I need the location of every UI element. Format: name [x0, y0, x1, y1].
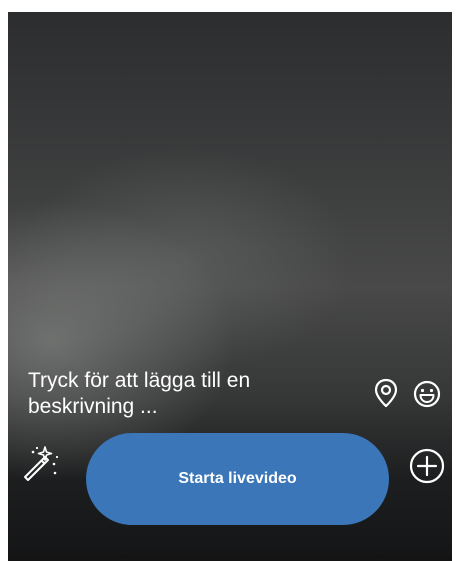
bottom-bar [8, 555, 452, 561]
magic-wand-icon [24, 446, 59, 481]
smiley-face-icon [413, 380, 441, 408]
plus-circle-icon [409, 448, 445, 484]
add-button[interactable] [408, 447, 446, 485]
effects-button[interactable] [21, 444, 61, 484]
emoji-button[interactable] [411, 378, 443, 410]
caption-input[interactable]: Tryck för att lägga till en beskrivning … [28, 368, 318, 420]
start-live-video-button[interactable]: Starta livevideo [86, 433, 389, 525]
location-button[interactable] [370, 377, 402, 409]
live-video-screen: Tryck för att lägga till en beskrivning … [0, 0, 460, 561]
location-pin-icon [374, 378, 398, 408]
